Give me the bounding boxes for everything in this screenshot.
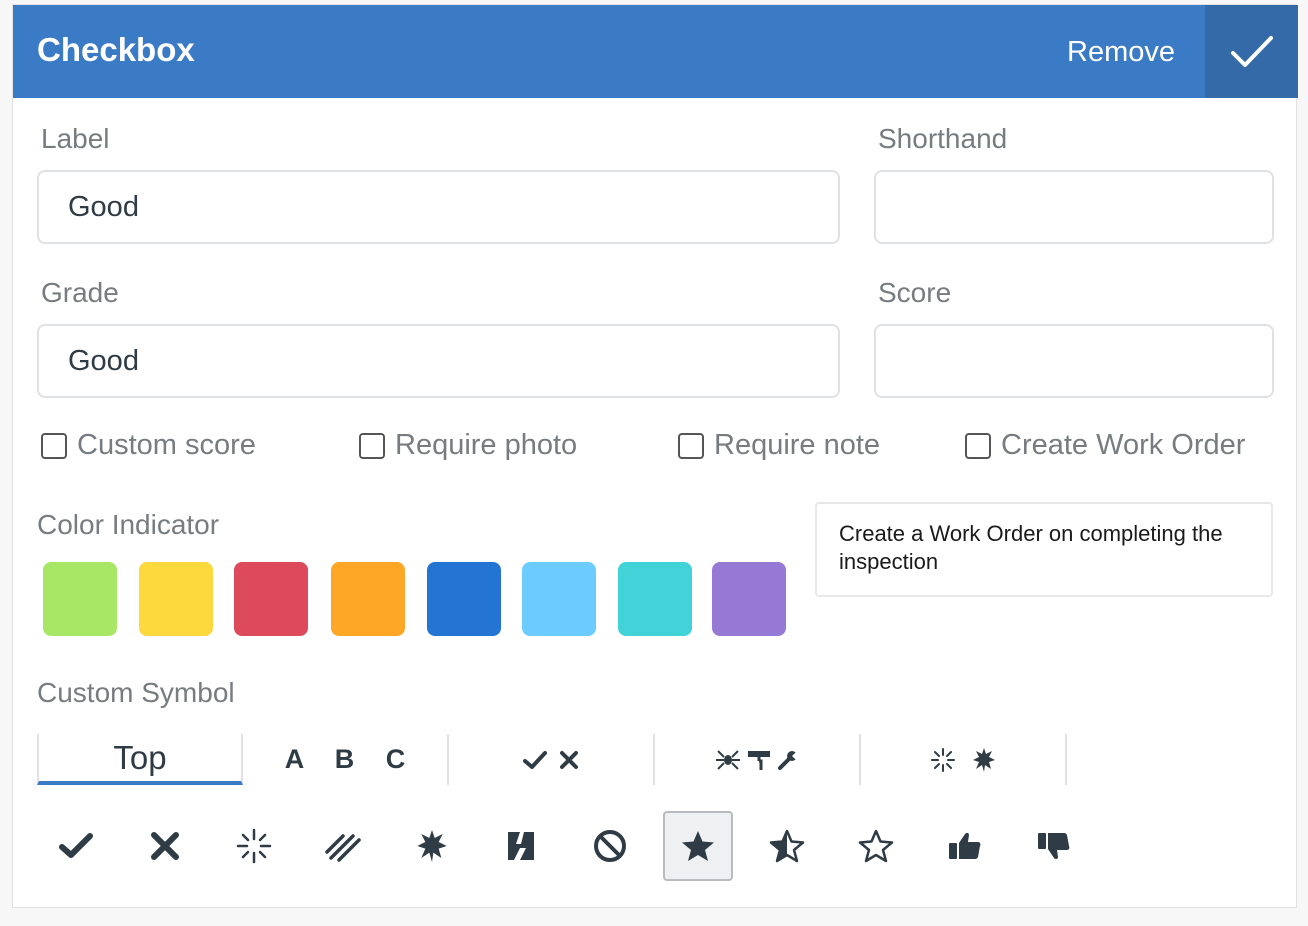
work-order-tooltip: Create a Work Order on completing the in… bbox=[815, 502, 1273, 597]
create-work-order-checkbox[interactable]: Create Work Order bbox=[965, 429, 1245, 462]
wrench-icon bbox=[778, 750, 799, 770]
checkbox-box[interactable] bbox=[965, 432, 991, 459]
color-swatch-green[interactable] bbox=[43, 562, 117, 636]
panel-title: Checkbox bbox=[37, 31, 195, 68]
broken-icon bbox=[508, 832, 534, 860]
checkbox-box[interactable] bbox=[41, 432, 67, 459]
color-swatch-blue[interactable] bbox=[427, 562, 501, 636]
grade-field-label: Grade bbox=[41, 277, 119, 308]
grade-input[interactable] bbox=[37, 324, 840, 398]
confirm-button[interactable] bbox=[1205, 5, 1298, 98]
star-filled-icon bbox=[682, 831, 714, 861]
require-note-checkbox[interactable]: Require note bbox=[678, 429, 880, 462]
sparkle-icon bbox=[236, 828, 272, 864]
tab-tools[interactable] bbox=[655, 734, 861, 785]
remove-button[interactable]: Remove bbox=[1067, 36, 1175, 69]
thumbs-down-icon bbox=[1038, 833, 1070, 860]
shorthand-input[interactable] bbox=[874, 170, 1274, 244]
create-work-order-label: Create Work Order bbox=[1001, 429, 1246, 461]
custom-score-label: Custom score bbox=[77, 429, 256, 461]
tab-check-x[interactable] bbox=[449, 734, 655, 785]
label-field-label: Label bbox=[41, 123, 110, 154]
require-note-label: Require note bbox=[714, 429, 881, 461]
cross-icon bbox=[151, 832, 179, 860]
scratch-icon bbox=[325, 834, 361, 862]
require-photo-checkbox[interactable]: Require photo bbox=[359, 429, 577, 462]
symbol-scratch[interactable] bbox=[308, 811, 378, 881]
tab-abc[interactable]: A B C bbox=[243, 734, 449, 785]
symbol-prohibited[interactable] bbox=[575, 811, 645, 881]
paint-roller-icon bbox=[748, 750, 770, 770]
tab-abc-label: A B C bbox=[284, 744, 418, 774]
color-swatch-purple[interactable] bbox=[712, 562, 786, 636]
shorthand-field-label: Shorthand bbox=[878, 123, 1008, 154]
custom-score-checkbox[interactable]: Custom score bbox=[41, 429, 256, 462]
tab-misc[interactable] bbox=[861, 734, 1067, 785]
symbol-thumbs-up[interactable] bbox=[930, 811, 1000, 881]
symbol-check[interactable] bbox=[41, 811, 111, 881]
color-swatch-red[interactable] bbox=[234, 562, 308, 636]
symbol-splat[interactable] bbox=[397, 811, 467, 881]
symbol-star-outline[interactable] bbox=[841, 811, 911, 881]
splat-icon bbox=[417, 830, 447, 862]
custom-symbol-label: Custom Symbol bbox=[37, 677, 235, 708]
sparkle-icon bbox=[931, 747, 955, 772]
check-icon bbox=[523, 750, 547, 769]
star-half-icon bbox=[769, 829, 805, 863]
symbol-cross[interactable] bbox=[130, 811, 200, 881]
tab-top[interactable]: Top bbox=[37, 734, 243, 785]
require-photo-label: Require photo bbox=[395, 429, 578, 461]
splat-icon bbox=[973, 747, 995, 772]
check-icon bbox=[59, 833, 93, 858]
checkmark-icon bbox=[1230, 35, 1273, 67]
tab-top-label: Top bbox=[113, 738, 167, 776]
symbol-sparkle[interactable] bbox=[219, 811, 289, 881]
checkbox-box[interactable] bbox=[359, 432, 385, 459]
color-swatch-light-blue[interactable] bbox=[522, 562, 596, 636]
color-indicator-label: Color Indicator bbox=[37, 509, 220, 540]
checkbox-editor-panel: Checkbox Remove Label Shorthand Grade Sc… bbox=[12, 4, 1298, 908]
prohibited-icon bbox=[594, 830, 626, 862]
label-input[interactable] bbox=[37, 170, 840, 244]
color-swatch-orange[interactable] bbox=[331, 562, 405, 636]
color-swatch-teal[interactable] bbox=[618, 562, 692, 636]
score-input[interactable] bbox=[874, 324, 1274, 398]
cross-icon bbox=[560, 750, 578, 769]
symbol-star-half[interactable] bbox=[752, 811, 822, 881]
symbol-broken[interactable] bbox=[486, 811, 556, 881]
score-field-label: Score bbox=[878, 277, 952, 308]
symbol-star-filled[interactable] bbox=[663, 811, 733, 881]
thumbs-up-icon bbox=[949, 832, 981, 859]
spider-icon bbox=[716, 749, 740, 770]
symbol-tabs: Top A B C bbox=[37, 734, 1071, 785]
checkbox-box[interactable] bbox=[678, 432, 704, 459]
symbol-thumbs-down[interactable] bbox=[1019, 811, 1089, 881]
color-swatch-yellow[interactable] bbox=[139, 562, 213, 636]
panel-header: Checkbox Remove bbox=[13, 5, 1298, 98]
star-outline-icon bbox=[858, 829, 894, 863]
